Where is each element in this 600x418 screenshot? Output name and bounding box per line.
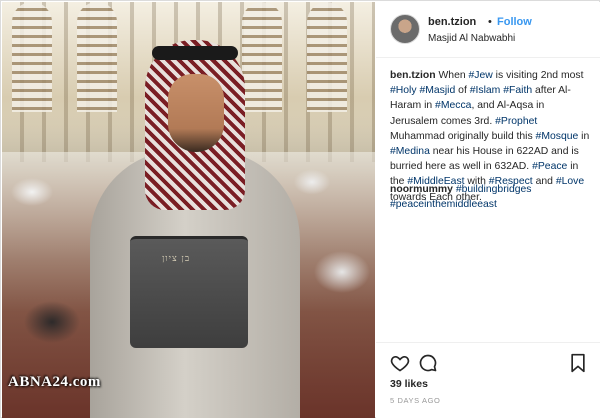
post-side-panel: ben.tzion • Follow Masjid Al Nabwabhi be… [376,2,600,418]
caption-hashtag[interactable]: #Islam [470,85,501,96]
pouch-lettering: בן ציון [162,254,191,264]
bookmark-icon[interactable] [568,353,588,373]
caption-hashtag[interactable]: #Holy [390,85,417,96]
comment-hashtag[interactable]: #peaceinthemiddleeast [390,199,497,210]
separator-dot: • [488,16,492,28]
comment-hashtag[interactable]: #buildingbridges [456,184,532,195]
arch [12,2,52,112]
caption-hashtag[interactable]: #Peace [532,161,567,172]
man-in-keffiyeh: בן ציון [90,40,300,418]
likes-count[interactable]: 39 likes [390,378,428,390]
follow-button[interactable]: Follow [497,16,532,28]
comment-username[interactable]: noormummy [390,184,453,195]
arch [307,2,347,112]
watermark: ABNA24.com [8,374,101,390]
caption-segment: of [455,85,470,97]
caption-segment: When [438,70,469,81]
post-timestamp[interactable]: 5 DAYS AGO [390,396,440,405]
caption-hashtag[interactable]: #Faith [503,85,532,96]
comment-bubble-icon[interactable] [418,353,438,373]
profile-avatar[interactable] [390,14,420,44]
caption-username[interactable]: ben.tzion [390,70,436,81]
face [168,74,224,152]
instagram-post: בן ציון ABNA24.com ben.tzion • Follow Ma… [0,0,600,418]
caption-hashtag[interactable]: #Medina [390,146,430,157]
caption-hashtag[interactable]: #Mosque [536,131,579,142]
caption-hashtag[interactable]: #Masjid [419,85,455,96]
comment: noormummy #buildingbridges #peaceinthemi… [390,182,595,212]
post-header: ben.tzion • Follow Masjid Al Nabwabhi [376,2,600,58]
heart-icon[interactable] [390,353,410,373]
action-bar [376,342,600,376]
caption-hashtag[interactable]: #Prophet [495,116,537,127]
tallit-pouch: בן ציון [130,236,248,348]
caption-segment: in [578,130,590,142]
caption-segment: Muhammad originally build this [390,130,536,142]
post-photo[interactable]: בן ציון ABNA24.com [2,2,375,418]
agal [152,46,238,60]
caption-hashtag[interactable]: #Mecca [435,100,471,111]
header-username[interactable]: ben.tzion [428,16,476,28]
location-link[interactable]: Masjid Al Nabwabhi [428,33,515,44]
caption-hashtag[interactable]: #Jew [469,70,493,81]
caption-segment: is visiting 2nd most [492,70,584,81]
